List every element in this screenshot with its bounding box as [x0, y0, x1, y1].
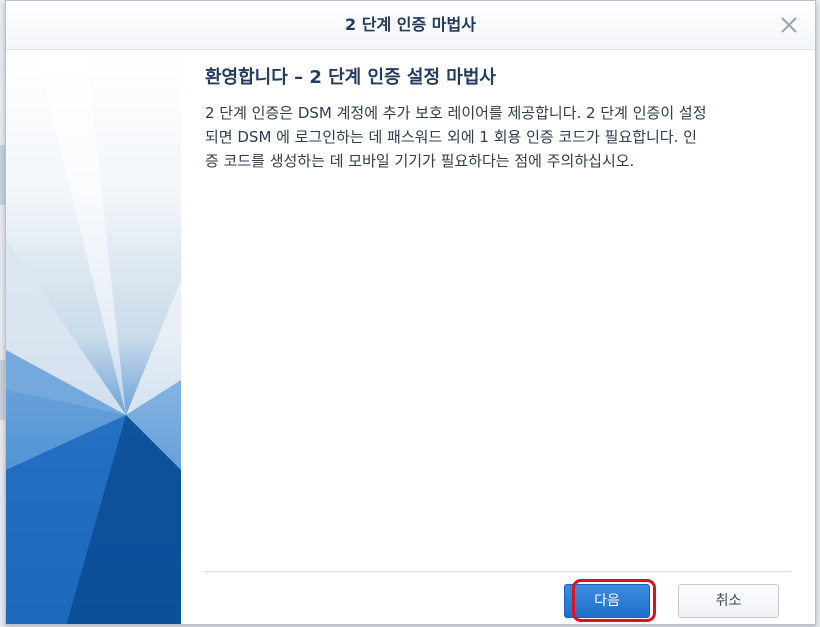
wizard-side-graphic	[6, 50, 181, 624]
description-line: 2 단계 인증은 DSM 계정에 추가 보호 레이어를 제공합니다. 2 단계 …	[205, 104, 707, 122]
close-icon[interactable]	[777, 13, 801, 37]
next-button[interactable]: 다음	[564, 584, 650, 618]
description-line: 되면 DSM 에 로그인하는 데 패스워드 외에 1 회용 인증 코드가 필요합…	[205, 128, 697, 146]
footer-divider	[205, 571, 792, 572]
wizard-heading: 환영합니다 – 2 단계 인증 설정 마법사	[205, 67, 496, 88]
dialog-titlebar: 2 단계 인증 마법사	[6, 1, 815, 50]
dialog-title: 2 단계 인증 마법사	[345, 15, 476, 34]
wizard-description: 2 단계 인증은 DSM 계정에 추가 보호 레이어를 제공합니다. 2 단계 …	[205, 101, 797, 173]
description-line: 증 코드를 생성하는 데 모바일 기기가 필요하다는 점에 주의하십시오.	[205, 152, 635, 170]
cancel-button[interactable]: 취소	[678, 584, 779, 618]
two-factor-wizard-dialog: 2 단계 인증 마법사 환영합니다 – 2 단계 인증 설정 마법사 2 단계 …	[5, 0, 816, 625]
